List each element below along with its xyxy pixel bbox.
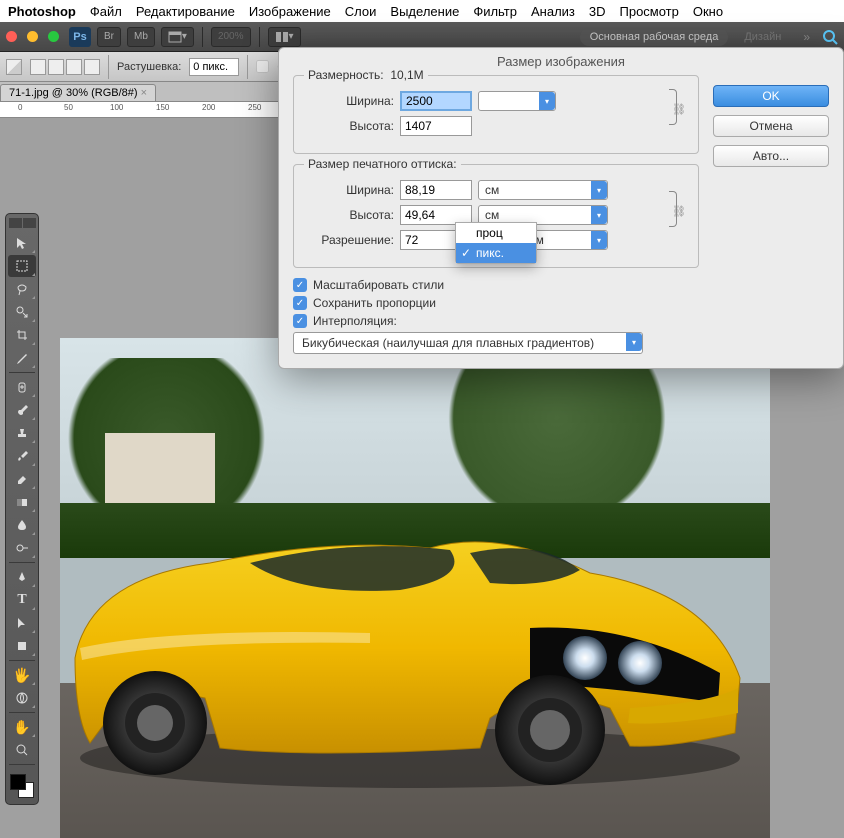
menu-image[interactable]: Изображение: [249, 4, 331, 19]
ruler-tick: 150: [156, 103, 169, 112]
px-height-label: Высота:: [306, 119, 394, 133]
menu-edit[interactable]: Редактирование: [136, 4, 235, 19]
unit-option-percent[interactable]: проц: [456, 223, 536, 243]
shape-tool[interactable]: [8, 635, 36, 657]
image-size-dialog: Размер изображения Размерность: 10,1M Ши…: [278, 47, 844, 369]
arrange-button[interactable]: ▾: [268, 27, 301, 47]
window-zoom-icon[interactable]: [48, 31, 59, 42]
menu-filter[interactable]: Фильтр: [473, 4, 517, 19]
search-icon[interactable]: [822, 29, 838, 45]
menu-select[interactable]: Выделение: [390, 4, 459, 19]
subtract-selection-icon[interactable]: [66, 59, 82, 75]
eyedropper-tool[interactable]: [8, 347, 36, 369]
px-width-input[interactable]: [400, 91, 472, 111]
ruler-tick: 0: [18, 103, 22, 112]
minibridge-button[interactable]: Mb: [127, 27, 155, 47]
document-canvas[interactable]: [60, 338, 770, 838]
hand-tool[interactable]: ✋: [8, 716, 36, 738]
dodge-tool[interactable]: [8, 537, 36, 559]
menubar: Photoshop Файл Редактирование Изображени…: [0, 0, 844, 22]
path-select-tool[interactable]: [8, 612, 36, 634]
stamp-tool[interactable]: [8, 422, 36, 444]
zoom-level[interactable]: 200%: [211, 27, 251, 47]
constrain-chain-icon: ⛓: [660, 89, 686, 138]
px-width-label: Ширина:: [306, 94, 394, 108]
feather-label: Растушевка:: [117, 61, 181, 73]
toolbox-collapse-icon[interactable]: [9, 218, 22, 228]
interpolation-select[interactable]: Бикубическая (наилучшая для плавных град…: [293, 332, 643, 354]
window-minimize-icon[interactable]: [27, 31, 38, 42]
type-tool[interactable]: T: [8, 589, 36, 611]
resample-checkbox[interactable]: ✓: [293, 314, 307, 328]
marquee-tool[interactable]: [8, 255, 36, 277]
menu-file[interactable]: Файл: [90, 4, 122, 19]
tool-preset-icon[interactable]: [6, 59, 22, 75]
pen-tool[interactable]: [8, 566, 36, 588]
add-selection-icon[interactable]: [48, 59, 64, 75]
pixel-dimensions-fieldset: Размерность: 10,1M Ширина: пикс.▾ Высота…: [293, 75, 699, 154]
unit-dropdown: проц пикс.: [455, 222, 537, 264]
auto-button[interactable]: Авто...: [713, 145, 829, 167]
toolbox: T 🖐 ✋: [5, 213, 39, 805]
move-tool[interactable]: [8, 232, 36, 254]
close-tab-icon[interactable]: ×: [141, 87, 147, 99]
3d-camera-tool[interactable]: [8, 687, 36, 709]
new-selection-icon[interactable]: [30, 59, 46, 75]
feather-input[interactable]: [189, 58, 239, 76]
photoshop-icon: Ps: [69, 27, 91, 47]
crop-tool[interactable]: [8, 324, 36, 346]
menu-window[interactable]: Окно: [693, 4, 723, 19]
doc-width-input[interactable]: [400, 180, 472, 200]
scale-styles-label: Масштабировать стили: [313, 278, 444, 292]
screen-mode-button[interactable]: ▾: [161, 27, 194, 47]
doc-height-label: Высота:: [306, 208, 394, 222]
3d-tool[interactable]: 🖐: [8, 664, 36, 686]
history-brush-tool[interactable]: [8, 445, 36, 467]
intersect-selection-icon[interactable]: [84, 59, 100, 75]
ok-button[interactable]: OK: [713, 85, 829, 107]
constrain-checkbox[interactable]: ✓: [293, 296, 307, 310]
workspace-design[interactable]: Дизайн: [734, 28, 791, 46]
document-tab[interactable]: 71-1.jpg @ 30% (RGB/8#) ×: [0, 84, 156, 101]
constrain-label: Сохранить пропорции: [313, 296, 436, 310]
menu-layers[interactable]: Слои: [345, 4, 377, 19]
eraser-tool[interactable]: [8, 468, 36, 490]
zoom-tool[interactable]: [8, 739, 36, 761]
doc-width-unit-select[interactable]: см▾: [478, 180, 608, 200]
scale-styles-checkbox[interactable]: ✓: [293, 278, 307, 292]
lasso-tool[interactable]: [8, 278, 36, 300]
doc-width-label: Ширина:: [306, 183, 394, 197]
antialias-checkbox: [256, 60, 269, 73]
ruler-tick: 250: [248, 103, 261, 112]
resolution-label: Разрешение:: [306, 233, 394, 247]
ruler-tick: 100: [110, 103, 123, 112]
unit-option-pixels[interactable]: пикс.: [456, 243, 536, 263]
px-width-unit-select[interactable]: пикс.▾: [478, 91, 556, 111]
color-swatches[interactable]: [8, 772, 36, 800]
foreground-color-swatch[interactable]: [10, 774, 26, 790]
resample-label: Интерполяция:: [313, 314, 397, 328]
toolbox-collapse-icon-2[interactable]: [23, 218, 36, 228]
window-close-icon[interactable]: [6, 31, 17, 42]
menu-analysis[interactable]: Анализ: [531, 4, 575, 19]
menu-view[interactable]: Просмотр: [620, 4, 679, 19]
quick-select-tool[interactable]: [8, 301, 36, 323]
car-illustration: [70, 508, 750, 788]
ruler-tick: 50: [64, 103, 73, 112]
workspace-selector[interactable]: Основная рабочая среда: [580, 28, 729, 46]
gradient-tool[interactable]: [8, 491, 36, 513]
menu-3d[interactable]: 3D: [589, 4, 606, 19]
doc-constrain-chain-icon: ⛓: [660, 191, 686, 240]
healing-tool[interactable]: [8, 376, 36, 398]
blur-tool[interactable]: [8, 514, 36, 536]
cancel-button[interactable]: Отмена: [713, 115, 829, 137]
brush-tool[interactable]: [8, 399, 36, 421]
px-height-input[interactable]: [400, 116, 472, 136]
bridge-button[interactable]: Br: [97, 27, 121, 47]
app-name: Photoshop: [8, 4, 76, 19]
ruler-tick: 200: [202, 103, 215, 112]
more-workspaces-icon[interactable]: »: [803, 30, 810, 44]
